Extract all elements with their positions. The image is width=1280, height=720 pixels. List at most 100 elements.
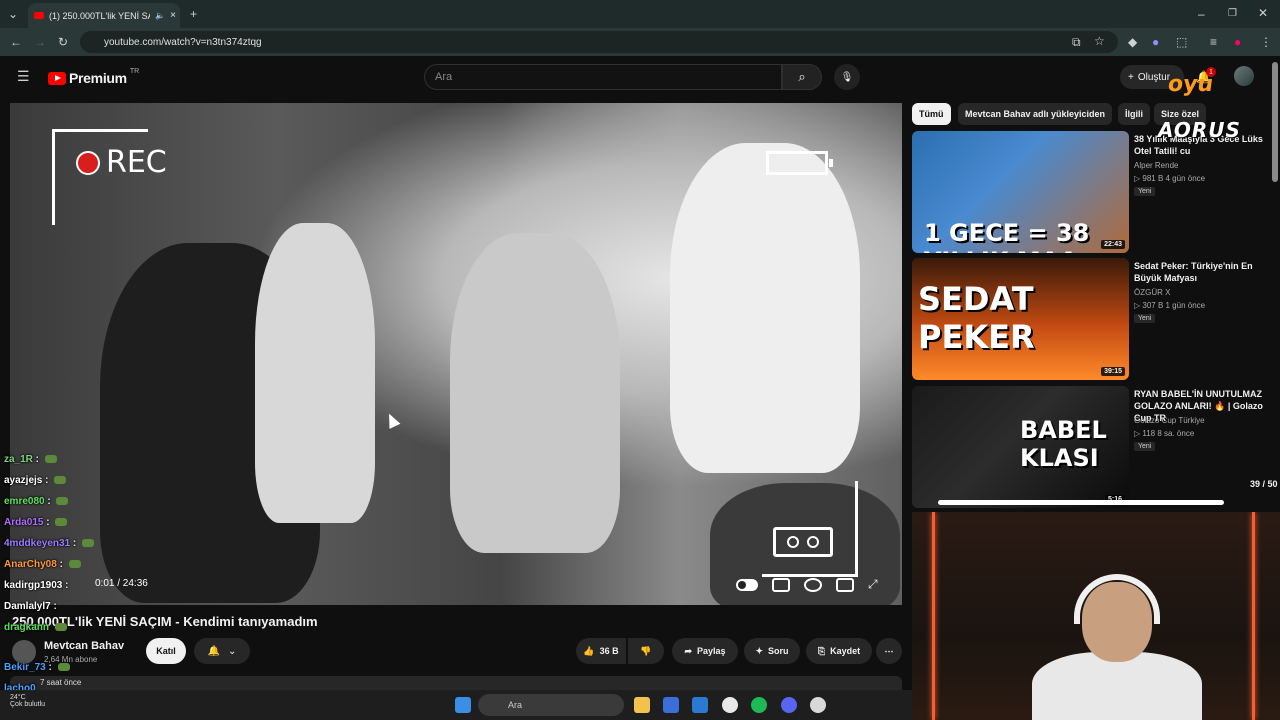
like-count: 36 B	[599, 646, 619, 656]
youtube-premium-logo[interactable]: Premium TR	[48, 68, 139, 86]
install-icon[interactable]: ⧉	[1072, 36, 1081, 48]
hamburger-menu-icon[interactable]: ☰	[17, 69, 30, 83]
recommendation-item[interactable]: 1 GECE = 38 YILLIK MAA 22:43 38 Yıllık M…	[912, 131, 1280, 253]
file-explorer-icon[interactable]	[634, 697, 650, 713]
outlook-icon[interactable]	[692, 697, 708, 713]
back-icon[interactable]: ←	[10, 36, 22, 48]
thumbnail-text: 1 GECE = 38 YILLIK MAA	[924, 219, 1090, 253]
extensions-puzzle-icon[interactable]: ⬚	[1176, 36, 1187, 48]
more-actions-button[interactable]: ⋯	[876, 638, 902, 664]
channel-avatar[interactable]	[12, 640, 36, 664]
windows-taskbar: 24°C Çok bulutlu Ara	[0, 690, 912, 720]
video-player[interactable]: REC 0:01 / 24:36 ⤢	[10, 103, 902, 605]
address-bar-row: ← → ↻ youtube.com/watch?v=n3tn374ztqg ⧉ …	[0, 28, 1280, 56]
app-icon[interactable]	[810, 697, 826, 713]
voice-search-button[interactable]: 🎙	[834, 64, 860, 90]
discord-icon[interactable]	[781, 697, 797, 713]
recommendation-item[interactable]: SEDAT PEKER 39:15 Sedat Peker: Türkiye'n…	[912, 258, 1280, 380]
minimize-icon[interactable]: –	[1198, 8, 1205, 20]
plus-icon: +	[1128, 71, 1134, 83]
theater-mode-icon[interactable]	[836, 577, 854, 592]
neon-light	[932, 512, 935, 720]
thumbnail-text: SEDAT PEKER	[918, 280, 1035, 356]
tab-search-icon[interactable]: ⌄	[8, 8, 18, 20]
search-input[interactable]: Ara	[424, 64, 782, 90]
recommendation-meta: ▷ 981 B 4 gün önce	[1134, 174, 1206, 183]
weather-widget[interactable]: 24°C Çok bulutlu	[10, 694, 45, 708]
close-tab-icon[interactable]: ×	[170, 10, 176, 21]
reload-icon[interactable]: ↻	[58, 36, 68, 48]
playlist-counter: 39 / 50	[1250, 479, 1278, 489]
youtube-play-icon	[48, 71, 66, 85]
menu-kebab-icon[interactable]: ⋮	[1260, 36, 1272, 48]
search-button[interactable]: ⌕	[782, 64, 822, 90]
chat-user: 4mddkeyen31	[4, 538, 71, 549]
store-icon[interactable]	[663, 697, 679, 713]
page-scrollbar[interactable]	[1272, 62, 1278, 182]
new-badge: Yeni	[1134, 442, 1156, 451]
chip-from-uploader[interactable]: Mevtcan Bahav adlı yükleyiciden	[958, 103, 1113, 125]
recommendation-channel[interactable]: Alper Rende	[1134, 161, 1178, 170]
windows-start-icon[interactable]	[455, 697, 471, 713]
chrome-icon[interactable]	[722, 697, 738, 713]
chat-message: za_1R :	[4, 454, 57, 465]
url-field[interactable]: youtube.com/watch?v=n3tn374ztqg	[80, 31, 1118, 53]
neon-light	[1252, 512, 1255, 720]
cassette-icon	[773, 527, 833, 557]
profile-icon[interactable]: ●	[1234, 36, 1241, 48]
fullscreen-icon[interactable]: ⤢	[868, 577, 878, 592]
extension-2-icon[interactable]: ●	[1152, 36, 1159, 48]
subscription-bell-button[interactable]: 🔔 ⌄	[194, 638, 250, 664]
ask-label: Soru	[768, 646, 789, 656]
battery-icon	[766, 151, 833, 175]
autoplay-toggle[interactable]	[736, 578, 758, 591]
recommendation-thumbnail[interactable]: 1 GECE = 38 YILLIK MAA 22:43	[912, 131, 1129, 253]
account-avatar[interactable]	[1234, 66, 1254, 86]
like-button[interactable]: 👍 36 B	[576, 638, 626, 664]
new-badge: Yeni	[1134, 314, 1156, 323]
recommendation-channel[interactable]: ÖZGÜR X	[1134, 288, 1170, 297]
chip-related[interactable]: İlgili	[1118, 103, 1150, 125]
chat-user: Bekir_73	[4, 662, 46, 673]
rec-indicator: REC	[76, 145, 167, 180]
share-button[interactable]: ➦ Paylaş	[672, 638, 738, 664]
chat-user: ayazjejs	[4, 475, 43, 486]
record-dot-icon	[76, 150, 100, 175]
bookmark-star-icon[interactable]: ☆	[1094, 35, 1105, 47]
recommendation-channel[interactable]: Golazo Cup Türkiye	[1134, 416, 1205, 425]
spotify-icon[interactable]	[751, 697, 767, 713]
subtitles-icon[interactable]	[772, 577, 790, 592]
recommendation-thumbnail[interactable]: SEDAT PEKER 39:15	[912, 258, 1129, 380]
video-actions-row: Mevtcan Bahav 2,64 Mn abone Katıl 🔔 ⌄ 👍 …	[10, 638, 902, 666]
settings-gear-icon[interactable]	[804, 577, 822, 592]
video-person	[670, 143, 860, 473]
description-box[interactable]: 7 saat önce	[10, 676, 902, 690]
chat-message: Arda015 :	[4, 517, 68, 528]
audio-icon[interactable]: 🔈	[155, 11, 165, 20]
new-tab-icon[interactable]: +	[190, 8, 197, 20]
chip-all[interactable]: Tümü	[912, 103, 951, 125]
recommendation-thumbnail[interactable]: BABEL KLASI 5:16	[912, 386, 1129, 508]
overlay-progress-bar	[938, 500, 1224, 505]
save-button[interactable]: ⎘ Kaydet	[806, 638, 872, 664]
tab-title: (1) 250.000TL'lik YENİ SAÇIM	[49, 10, 150, 21]
taskbar-search[interactable]: Ara	[478, 694, 624, 716]
media-icon[interactable]: ≡	[1210, 36, 1217, 48]
browser-tab[interactable]: (1) 250.000TL'lik YENİ SAÇIM 🔈 ×	[28, 3, 180, 28]
sparkle-icon: ✦	[755, 645, 764, 656]
dislike-button[interactable]: 👎	[628, 638, 664, 664]
video-time: 0:01 / 24:36	[95, 578, 148, 589]
recommendation-title[interactable]: Sedat Peker: Türkiye'nin En Büyük Mafyas…	[1134, 260, 1274, 284]
thumbs-down-icon: 👎	[640, 645, 652, 656]
close-window-icon[interactable]: ✕	[1258, 7, 1268, 19]
forward-icon[interactable]: →	[34, 36, 46, 48]
search-icon: ⌕	[798, 69, 806, 84]
weather-temp: 24°C	[10, 694, 26, 701]
ask-button[interactable]: ✦ Soru	[744, 638, 800, 664]
recommendation-item[interactable]: BABEL KLASI 5:16 RYAN BABEL'İN UNUTULMAZ…	[912, 386, 1280, 508]
chat-message: Damlalyl7 :	[4, 601, 57, 612]
join-button[interactable]: Katıl	[146, 638, 186, 664]
maximize-icon[interactable]: ❐	[1228, 8, 1237, 20]
extension-icon[interactable]: ◆	[1128, 36, 1137, 48]
channel-name[interactable]: Mevtcan Bahav	[44, 640, 124, 652]
